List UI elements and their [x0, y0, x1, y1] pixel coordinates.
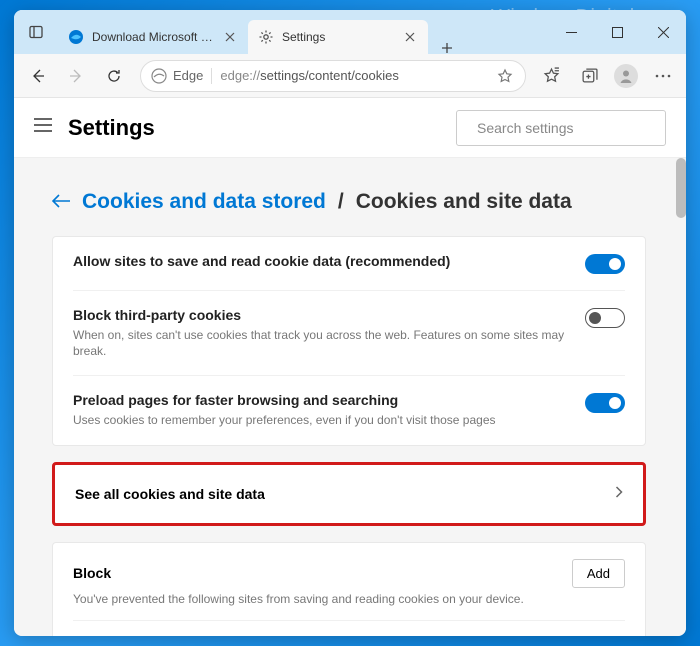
toggle-preload[interactable] — [585, 393, 625, 413]
breadcrumb-link[interactable]: Cookies and data stored — [82, 190, 326, 214]
setting-row-block-third-party: Block third-party cookies When on, sites… — [73, 291, 625, 376]
toolbar: Edge edge://settings/content/cookies — [14, 54, 686, 98]
tab-strip: Download Microsoft Edge Settings — [58, 10, 548, 54]
breadcrumb-separator: / — [338, 190, 344, 214]
minimize-button[interactable] — [548, 10, 594, 54]
setting-title: Allow sites to save and read cookie data… — [73, 253, 571, 269]
setting-title: Preload pages for faster browsing and se… — [73, 392, 571, 408]
block-description: You've prevented the following sites fro… — [73, 592, 625, 621]
settings-header: Settings — [14, 98, 686, 158]
site-identity[interactable]: Edge — [151, 68, 212, 84]
breadcrumb-current: Cookies and site data — [356, 190, 572, 214]
setting-row-preload: Preload pages for faster browsing and se… — [73, 376, 625, 445]
close-icon[interactable] — [222, 29, 238, 45]
setting-row-allow: Allow sites to save and read cookie data… — [73, 237, 625, 291]
browser-label: Edge — [173, 68, 203, 83]
browser-window: Download Microsoft Edge Settings — [14, 10, 686, 636]
content-area: Cookies and data stored / Cookies and si… — [14, 158, 686, 636]
setting-title: See all cookies and site data — [75, 486, 615, 502]
edge-favicon-icon — [68, 29, 84, 45]
menu-button[interactable] — [646, 60, 680, 92]
gear-icon — [258, 29, 274, 45]
setting-title: Block third-party cookies — [73, 307, 571, 323]
profile-avatar[interactable] — [614, 64, 638, 88]
favorites-button[interactable] — [534, 60, 568, 92]
tab-title: Settings — [282, 30, 396, 44]
favorite-icon[interactable] — [495, 68, 515, 84]
see-all-cookies-link[interactable]: See all cookies and site data — [75, 465, 623, 523]
maximize-button[interactable] — [594, 10, 640, 54]
address-bar[interactable]: Edge edge://settings/content/cookies — [140, 60, 526, 92]
close-icon[interactable] — [402, 29, 418, 45]
setting-description: When on, sites can't use cookies that tr… — [73, 328, 571, 359]
edge-logo-icon — [151, 68, 167, 84]
breadcrumb: Cookies and data stored / Cookies and si… — [52, 190, 646, 214]
chevron-right-icon — [615, 485, 623, 503]
tab-download-edge[interactable]: Download Microsoft Edge — [58, 20, 248, 54]
tab-title: Download Microsoft Edge — [92, 30, 216, 44]
settings-search[interactable] — [456, 110, 666, 146]
toggle-block-third-party[interactable] — [585, 308, 625, 328]
url-text: edge://settings/content/cookies — [220, 68, 495, 83]
collections-button[interactable] — [572, 60, 606, 92]
toolbar-right — [534, 60, 680, 92]
block-section-card: Block Add You've prevented the following… — [52, 542, 646, 636]
add-button[interactable]: Add — [572, 559, 625, 588]
back-button[interactable] — [20, 60, 56, 92]
window-controls — [548, 10, 686, 54]
refresh-button[interactable] — [96, 60, 132, 92]
breadcrumb-back-icon[interactable] — [52, 190, 70, 214]
forward-button — [58, 60, 94, 92]
new-tab-button[interactable] — [432, 42, 462, 54]
toggle-allow-cookies[interactable] — [585, 254, 625, 274]
search-input[interactable] — [477, 120, 658, 136]
tab-actions-icon[interactable] — [14, 10, 58, 54]
scrollbar[interactable] — [676, 158, 686, 218]
close-window-button[interactable] — [640, 10, 686, 54]
hamburger-icon[interactable] — [34, 118, 54, 137]
block-header: Block Add — [73, 543, 625, 592]
tab-settings[interactable]: Settings — [248, 20, 428, 54]
see-all-cookies-card: See all cookies and site data — [52, 462, 646, 526]
block-empty-state: No sites added — [73, 621, 625, 636]
cookie-settings-card: Allow sites to save and read cookie data… — [52, 236, 646, 446]
block-title: Block — [73, 565, 572, 581]
setting-description: Uses cookies to remember your preference… — [73, 413, 571, 429]
titlebar: Download Microsoft Edge Settings — [14, 10, 686, 54]
page-title: Settings — [68, 115, 442, 141]
